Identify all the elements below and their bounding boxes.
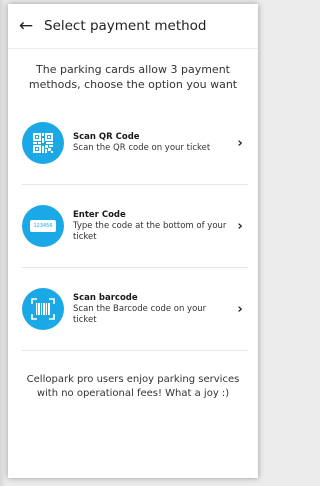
top-app-bar: ← Select payment method (8, 4, 258, 49)
option-description: Type the code at the bottom of your tick… (73, 220, 227, 243)
barcode-icon (22, 288, 64, 330)
option-enter-code[interactable]: 123456 Enter Code Type the code at the b… (22, 185, 248, 268)
keypad-code-icon: 123456 (22, 205, 64, 247)
promo-text: Cellopark pro users enjoy parking servic… (26, 374, 240, 399)
qr-code-icon (22, 122, 64, 164)
option-title: Enter Code (73, 209, 126, 220)
chevron-right-icon: › (237, 301, 243, 317)
option-description: Scan the QR code on your ticket (73, 143, 211, 154)
option-text: Enter Code Type the code at the bottom o… (73, 209, 232, 244)
option-title: Scan QR Code (73, 132, 140, 143)
payment-options-list: Scan QR Code Scan the QR code on your ti… (22, 102, 248, 351)
payment-method-screen: ← Select payment method The parking card… (8, 4, 258, 478)
option-description: Scan the Barcode code on your ticket (73, 303, 207, 326)
back-arrow-icon[interactable]: ← (8, 16, 44, 36)
option-title: Scan barcode (73, 292, 138, 303)
option-scan-qr[interactable]: Scan QR Code Scan the QR code on your ti… (22, 102, 248, 185)
option-text: Scan QR Code Scan the QR code on your ti… (73, 131, 232, 155)
chevron-right-icon: › (237, 218, 243, 234)
intro-text: The parking cards allow 3 payment method… (28, 63, 238, 91)
page-title: Select payment method (44, 18, 207, 34)
screen-frame: ← Select payment method The parking card… (0, 0, 268, 486)
option-text: Scan barcode Scan the Barcode code on yo… (73, 292, 232, 327)
chevron-right-icon: › (237, 135, 243, 151)
code-chip: 123456 (30, 220, 56, 232)
option-scan-barcode[interactable]: Scan barcode Scan the Barcode code on yo… (22, 268, 248, 351)
